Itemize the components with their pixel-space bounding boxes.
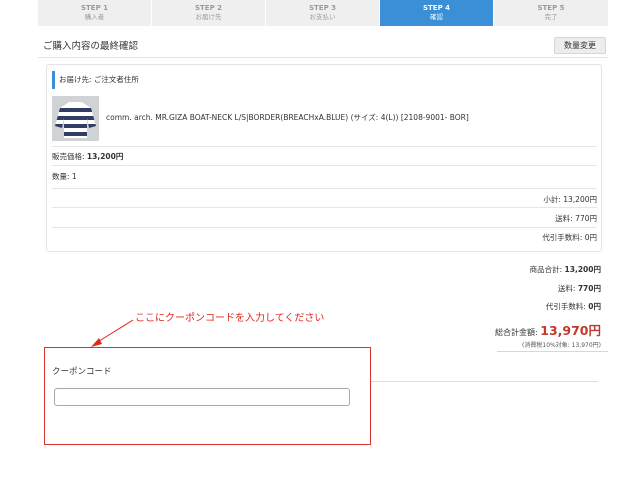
- coupon-code-label: クーポンコード: [52, 367, 112, 377]
- coupon-code-input[interactable]: [54, 388, 350, 406]
